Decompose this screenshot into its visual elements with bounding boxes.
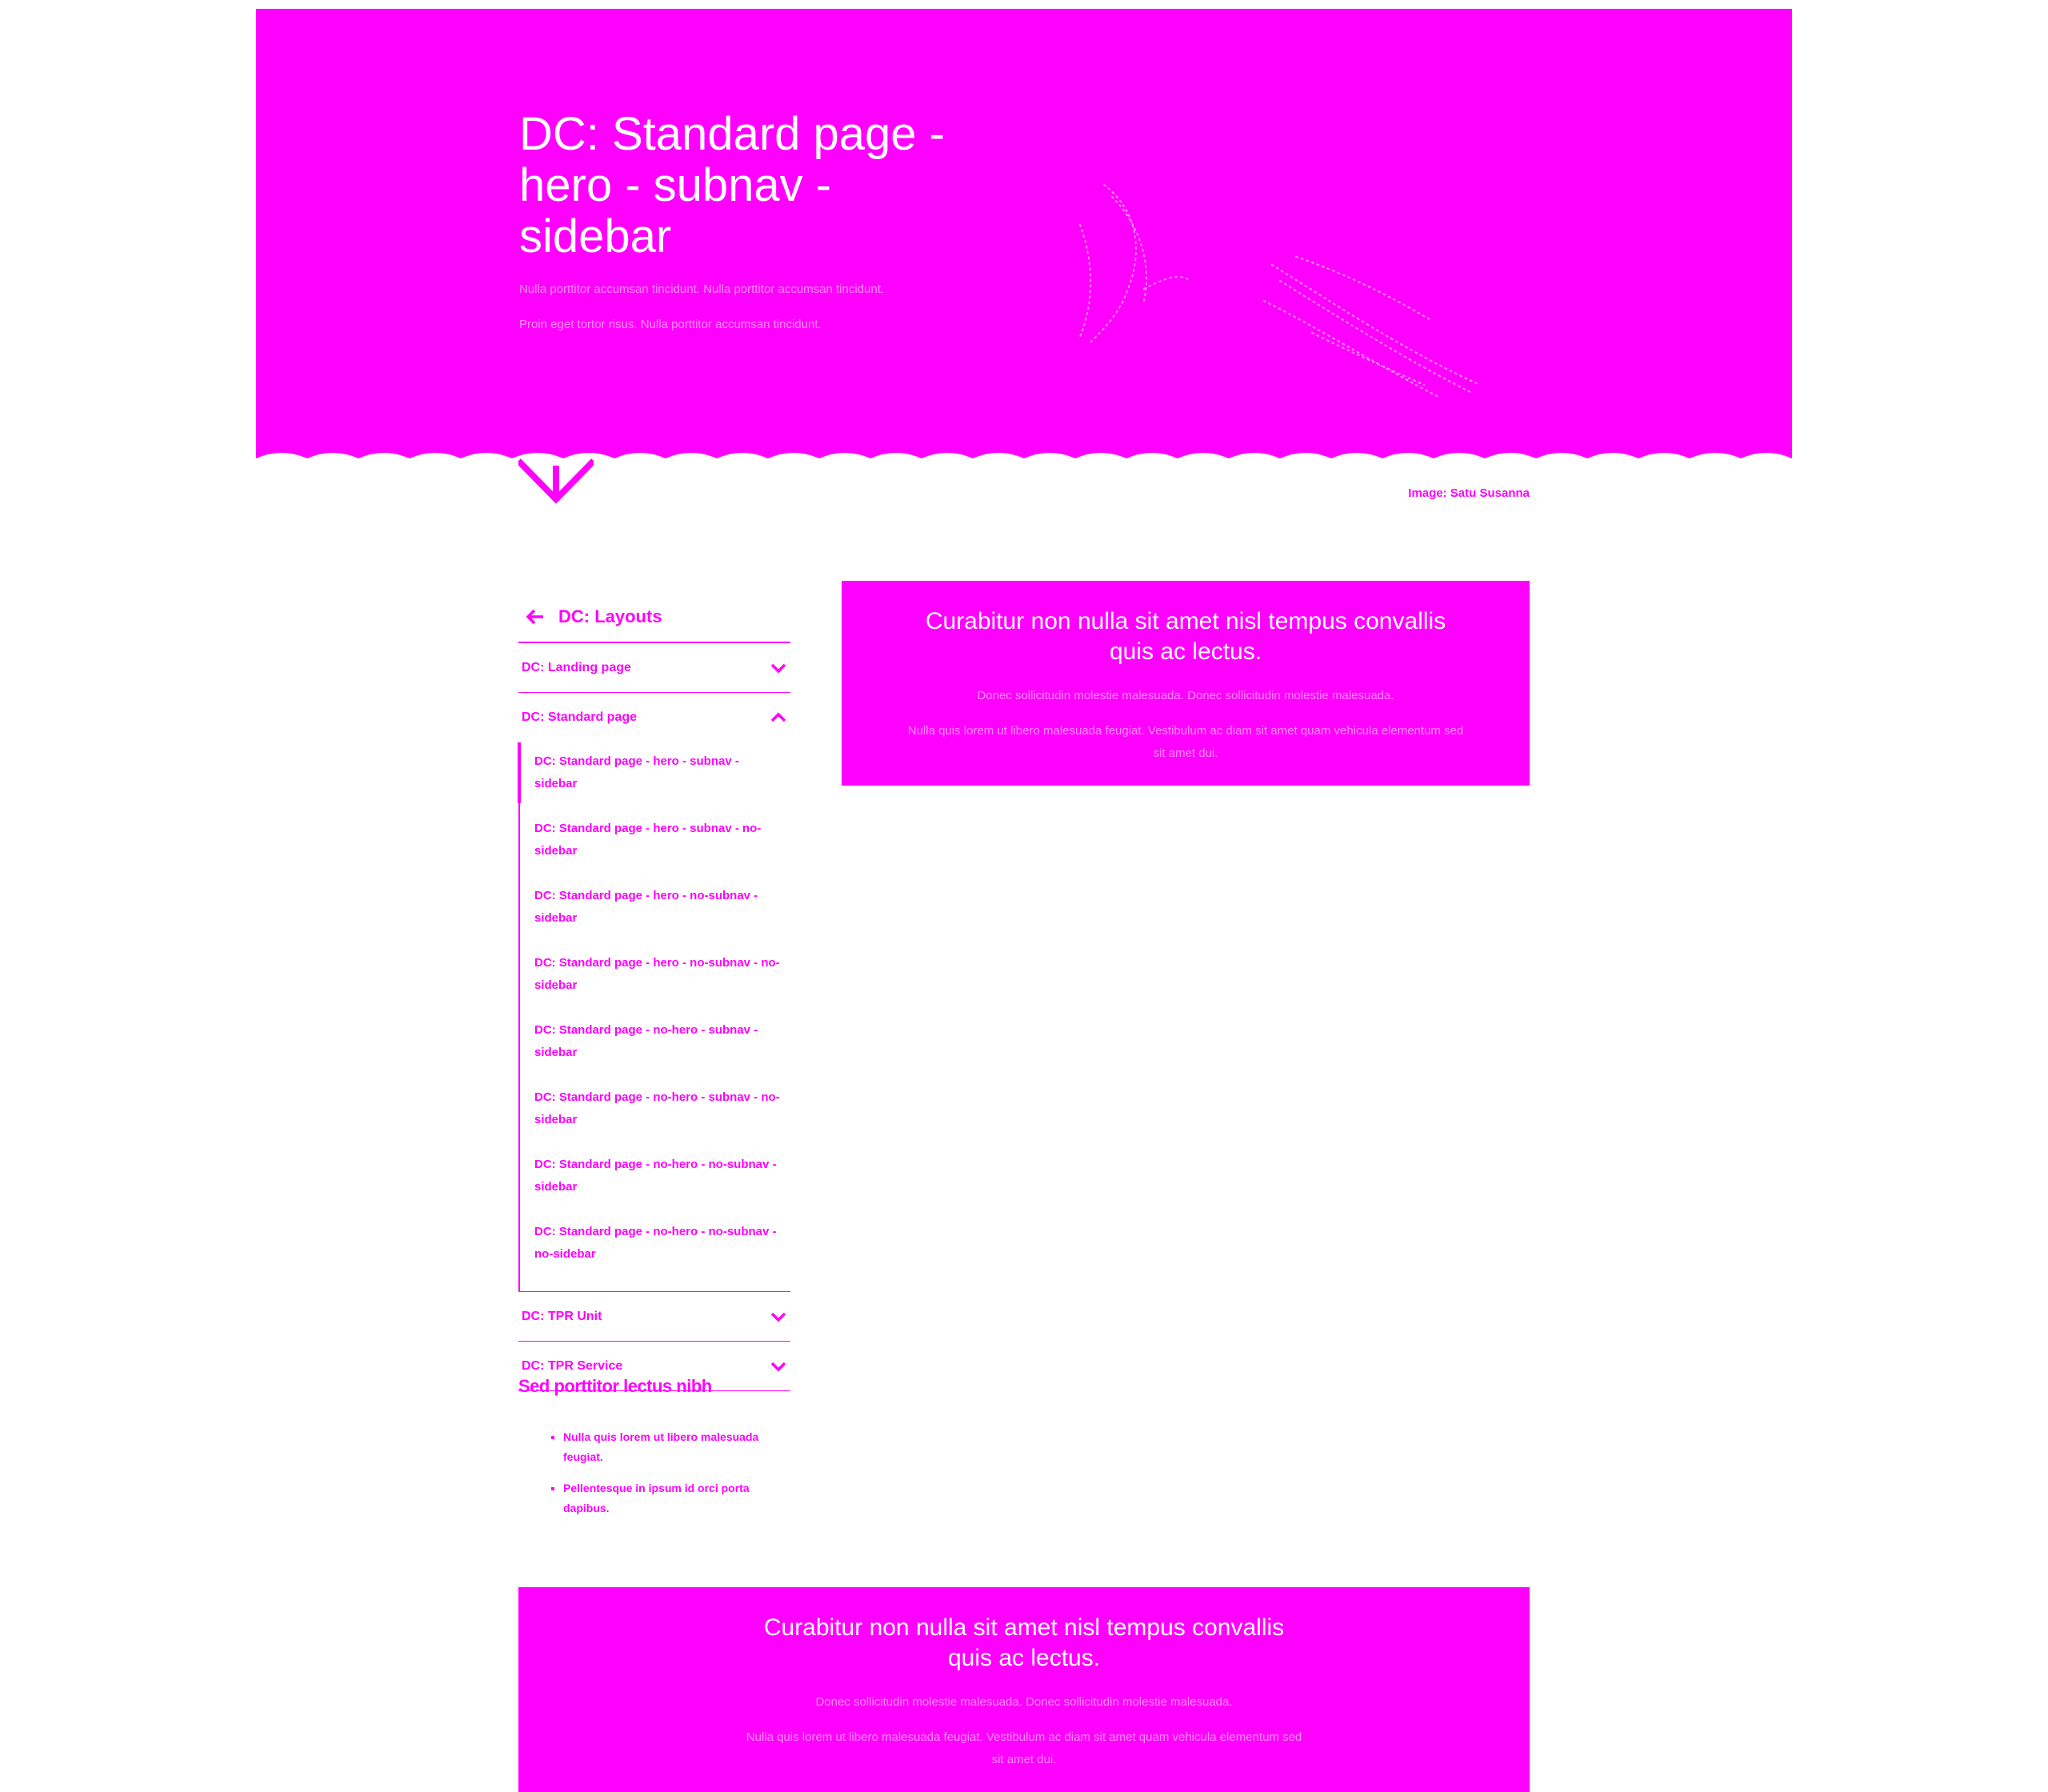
subnav-subitem[interactable]: DC: Standard page - hero - subnav - no-s… <box>520 810 790 870</box>
lift-text: Donec sollicitudin molestie malesuada. D… <box>977 689 1394 702</box>
content-lift: Curabitur non nulla sit amet nisl tempus… <box>842 581 1530 786</box>
chevron-up-icon[interactable] <box>770 712 787 723</box>
hero-illustration <box>1079 184 1481 398</box>
subnav-subitem[interactable]: DC: Standard page - hero - no-subnav - n… <box>520 944 790 1005</box>
sidebar: Sed porttitor lectus nibh Nulla quis lor… <box>518 1376 790 1530</box>
lift-text: Donec sollicitudin molestie malesuada. D… <box>815 1695 1233 1709</box>
sidebar-list: Nulla quis lorem ut libero malesuada feu… <box>518 1427 790 1518</box>
subnav-sublist: DC: Standard page - hero - subnav - side… <box>518 742 790 1292</box>
subnav-item-label: DC: Standard page <box>522 710 638 724</box>
subnav-item-label: DC: TPR Unit <box>522 1309 602 1323</box>
lift-text: Nulla quis lorem ut libero malesuada feu… <box>746 1730 1302 1766</box>
subnav-subitem[interactable]: DC: Standard page - no-hero - no-subnav … <box>520 1146 790 1206</box>
chevron-down-icon[interactable] <box>518 454 594 506</box>
image-credit: Image: Satu Susanna <box>1408 486 1530 500</box>
subnav-subitem[interactable]: DC: Standard page - no-hero - subnav - n… <box>520 1078 790 1139</box>
subnav-subitem[interactable]: DC: Standard page - hero - no-subnav - s… <box>520 877 790 938</box>
subnav-item-standard-page[interactable]: DC: Standard page <box>518 693 790 742</box>
hero-description: Proin eget tortor risus. Nulla porttitor… <box>519 318 822 331</box>
sidebar-title: Sed porttitor lectus nibh <box>518 1376 712 1396</box>
chevron-down-icon[interactable] <box>770 1311 787 1322</box>
lift-text: Nulla quis lorem ut libero malesuada feu… <box>907 724 1464 760</box>
content-lift-wide: Curabitur non nulla sit amet nisl tempus… <box>518 1587 1530 1792</box>
page-title: DC: Standard page - hero - subnav - side… <box>519 108 945 262</box>
subnav-item-label: DC: TPR Service <box>522 1358 623 1373</box>
subnav-item-tpr-unit[interactable]: DC: TPR Unit <box>518 1292 790 1342</box>
list-item: Nulla quis lorem ut libero malesuada feu… <box>563 1427 790 1467</box>
subnav-subitem[interactable]: DC: Standard page - no-hero - no-subnav … <box>520 1213 790 1274</box>
chevron-down-icon[interactable] <box>770 1361 787 1372</box>
hero-description: Nulla porttitor accumsan tincidunt. Null… <box>519 282 885 296</box>
hero: DC: Standard page - hero - subnav - side… <box>256 9 1792 460</box>
subnav-item-landing-page[interactable]: DC: Landing page <box>518 643 790 693</box>
subnav-subitem-active[interactable]: DC: Standard page - hero - subnav - side… <box>518 742 790 803</box>
list-item: Pellentesque in ipsum id orci porta dapi… <box>563 1478 790 1518</box>
subnav-back-label: DC: Layouts <box>558 606 662 626</box>
arrow-left-icon <box>526 609 543 625</box>
subnav-item-label: DC: Landing page <box>522 660 631 674</box>
subnav-subitem[interactable]: DC: Standard page - no-hero - subnav - s… <box>520 1011 790 1072</box>
lift-title: Curabitur non nulla sit amet nisl tempus… <box>925 608 1446 665</box>
hero-wave-edge <box>256 453 1792 460</box>
subnav: DC: Layouts DC: Landing page DC: Standar… <box>518 592 790 1391</box>
chevron-down-icon[interactable] <box>770 662 787 674</box>
subnav-back-link[interactable]: DC: Layouts <box>518 592 790 643</box>
lift-title: Curabitur non nulla sit amet nisl tempus… <box>763 1614 1285 1671</box>
